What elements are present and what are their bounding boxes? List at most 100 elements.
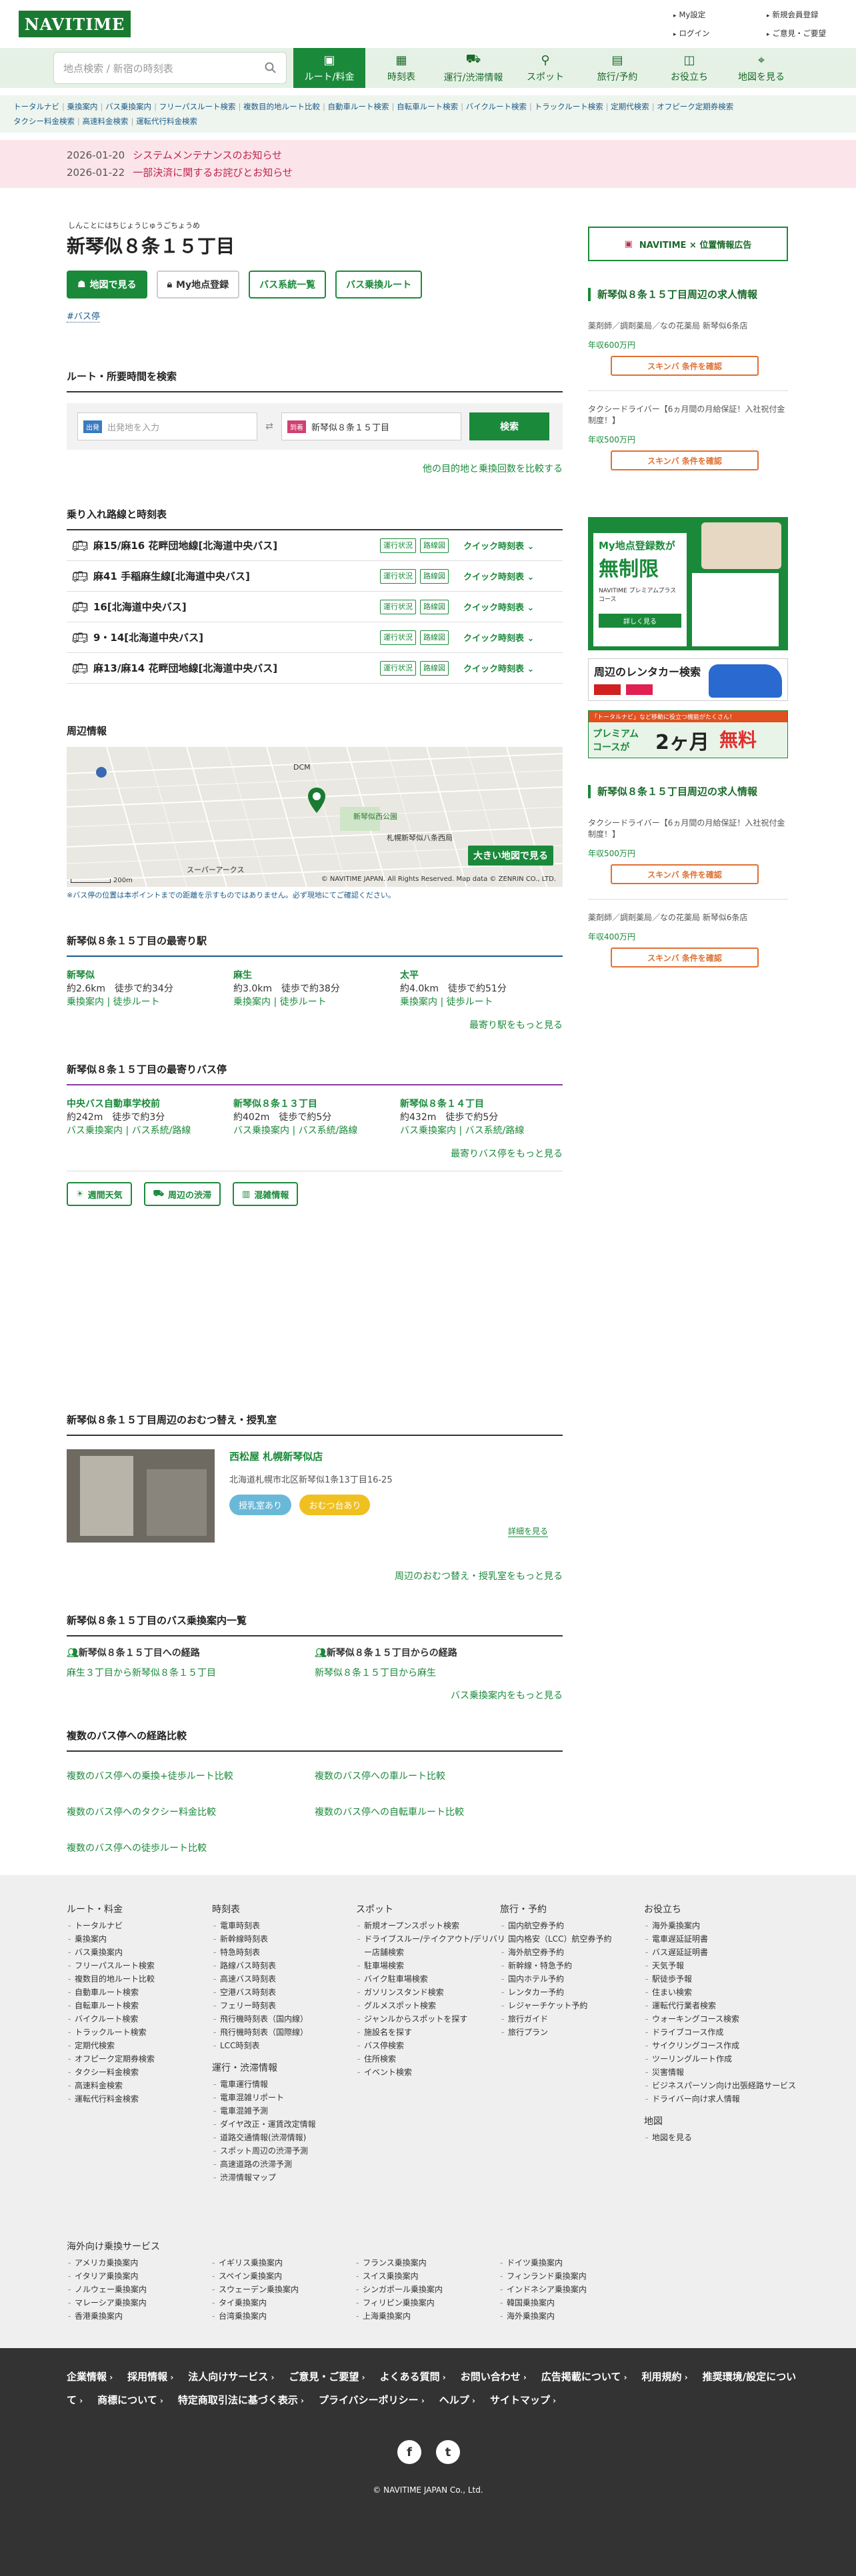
compare-link[interactable]: 複数のバス停への自転車ルート比較 <box>315 1805 563 1818</box>
quick-timetable-toggle[interactable]: クイック時刻表 <box>463 662 534 674</box>
footer-link[interactable]: 自動車ルート検索 <box>67 1986 155 1999</box>
bottom-link[interactable]: よくある質問 <box>380 2371 446 2383</box>
subnav-item[interactable]: 乗換案内 <box>62 102 98 111</box>
subnav-item[interactable]: トータルナビ <box>13 102 59 111</box>
job-text[interactable]: 薬剤師／調剤薬局／なの花薬局 新琴似6条店 <box>588 320 788 331</box>
footer-link[interactable]: バス乗換案内 <box>67 1946 155 1959</box>
footer-link[interactable]: フィンランド乗換案内 <box>499 2269 643 2283</box>
tab-traffic[interactable]: ⛟ 運行/渋滞情報 <box>437 48 509 88</box>
search-icon[interactable] <box>265 62 277 74</box>
footer-link[interactable]: バス遅延証明書 <box>644 1946 797 1959</box>
footer-link[interactable]: 自転車ルート検索 <box>67 1999 155 2012</box>
footer-link[interactable]: 運転代行料金検索 <box>67 2092 155 2106</box>
footer-link[interactable]: 渋滞情報マップ <box>212 2171 316 2184</box>
footer-link[interactable]: 国内格安（LCC）航空券予約 <box>500 1932 611 1946</box>
footer-link[interactable]: 電車混雑予測 <box>212 2104 316 2118</box>
footer-heading[interactable]: お役立ち <box>644 1903 797 1916</box>
tab-travel[interactable]: ▤ 旅行/予約 <box>581 48 653 88</box>
status-button[interactable]: 運行状況 <box>380 660 416 676</box>
subnav-item[interactable]: 高速料金検索 <box>77 117 129 126</box>
busstop-links[interactable]: バス乗換案内 | バス系統/路線 <box>233 1124 396 1137</box>
quick-timetable-toggle[interactable]: クイック時刻表 <box>463 570 534 582</box>
footer-link[interactable]: 海外乗換案内 <box>644 1919 797 1932</box>
tab-map[interactable]: ⌖ 地図を見る <box>725 48 797 88</box>
bottom-link[interactable]: お問い合わせ <box>461 2371 527 2383</box>
footer-link[interactable]: 国内ホテル予約 <box>500 1972 611 1986</box>
footer-link[interactable]: イギリス乗換案内 <box>211 2256 355 2269</box>
footer-link[interactable]: 住まい検索 <box>644 1986 797 1999</box>
route-search-button[interactable]: 検索 <box>469 412 549 440</box>
tab-spot[interactable]: ⚲ スポット <box>509 48 581 88</box>
bus-routes-button[interactable]: バス系統一覧 <box>249 271 327 299</box>
footer-link[interactable]: 電車遅延証明書 <box>644 1932 797 1946</box>
bottom-link[interactable]: 採用情報 <box>127 2371 173 2383</box>
to-route-link[interactable]: 麻生３丁目から新琴似８条１５丁目 <box>67 1666 315 1679</box>
news-text[interactable]: 一部決済に関するお詫びとお知らせ <box>133 167 293 179</box>
station-links[interactable]: 乗換案内 | 徒歩ルート <box>67 995 229 1009</box>
bottom-link[interactable]: ヘルプ <box>439 2394 475 2406</box>
bottom-link[interactable]: 商標について <box>97 2394 163 2406</box>
premium-trial-banner[interactable]: 「トータルナビ」など移動に役立つ機能がたくさん！ プレミアム コースが 2ヶ月 … <box>588 710 788 758</box>
footer-link[interactable]: フリーパスルート検索 <box>67 1959 155 1972</box>
status-button[interactable]: 運行状況 <box>380 538 416 553</box>
footer-link[interactable]: 旅行プラン <box>500 2026 611 2039</box>
from-input[interactable]: 出発 出発地を入力 <box>77 412 257 440</box>
busstop-name[interactable]: 新琴似８条１４丁目 <box>400 1097 563 1111</box>
footer-link[interactable]: トラックルート検索 <box>67 2026 155 2039</box>
footer-link[interactable]: ジャンルからスポットを探す <box>356 2012 509 2026</box>
footer-link[interactable]: タクシー料金検索 <box>67 2066 155 2079</box>
premium-banner[interactable]: My地点登録数が 無制限 NAVITIME プレミアムプラスコース 詳しく見る <box>588 517 788 650</box>
footer-link[interactable]: スウェーデン乗換案内 <box>211 2283 355 2296</box>
crowd-button[interactable]: ▥ 混雑情報 <box>233 1182 299 1206</box>
footer-link[interactable]: 高速バス時刻表 <box>212 1972 316 1986</box>
footer-link[interactable]: ガソリンスタンド検索 <box>356 1986 509 1999</box>
rentacar-banner[interactable]: 周辺のレンタカー検索 <box>588 658 788 701</box>
line-name[interactable]: 麻13/麻14 花畔団地線[北海道中央バス] <box>93 661 380 675</box>
line-name[interactable]: 9・14[北海道中央バス] <box>93 630 380 644</box>
footer-link[interactable]: ドライブコース作成 <box>644 2026 797 2039</box>
tab-timetable[interactable]: ▦ 時刻表 <box>365 48 437 88</box>
footer-link[interactable]: ドイツ乗換案内 <box>499 2256 643 2269</box>
footer-link[interactable]: 災害情報 <box>644 2066 797 2079</box>
footer-link[interactable]: マレーシア乗換案内 <box>67 2296 211 2309</box>
job-text[interactable]: 薬剤師／調剤薬局／なの花薬局 新琴似6条店 <box>588 912 788 923</box>
footer-link[interactable]: ドライブスルー/テイクアウト/デリバリー店舗検索 <box>356 1932 509 1959</box>
facebook-icon[interactable]: f <box>397 2440 421 2464</box>
subnav-item[interactable]: 自転車ルート検索 <box>392 102 459 111</box>
footer-link[interactable]: 飛行機時刻表（国際線） <box>212 2026 316 2039</box>
bottom-link[interactable]: プライバシーポリシー <box>319 2394 425 2406</box>
footer-heading[interactable]: 旅行・予約 <box>500 1903 611 1916</box>
footer-link[interactable]: 特急時刻表 <box>212 1946 316 1959</box>
footer-link[interactable]: 施設名を探す <box>356 2026 509 2039</box>
bottom-link[interactable]: 特定商取引法に基づく表示 <box>178 2394 304 2406</box>
bottom-link[interactable]: 広告掲載について <box>541 2371 627 2383</box>
weather-button[interactable]: ☀ 週間天気 <box>67 1182 132 1206</box>
footer-link[interactable]: 住所検索 <box>356 2052 509 2066</box>
footer-link[interactable]: ウォーキングコース検索 <box>644 2012 797 2026</box>
footer-link[interactable]: グルメスポット検索 <box>356 1999 509 2012</box>
footer-link[interactable]: 香港乗換案内 <box>67 2309 211 2323</box>
quick-timetable-toggle[interactable]: クイック時刻表 <box>463 539 534 552</box>
area-map[interactable]: DCM 新琴似西公園 札幌新琴似八条西局 スーパーアークス 大きい地図で見る 2… <box>67 747 563 887</box>
status-button[interactable]: 運行状況 <box>380 568 416 584</box>
subnav-item[interactable]: 定期代検索 <box>606 102 649 111</box>
subnav-item[interactable]: タクシー料金検索 <box>13 117 75 126</box>
footer-link[interactable]: 高速料金検索 <box>67 2079 155 2092</box>
banner-cta[interactable]: 詳しく見る <box>599 614 681 628</box>
twitter-icon[interactable]: t <box>436 2440 460 2464</box>
subnav-item[interactable]: 複数目的地ルート比較 <box>238 102 320 111</box>
subnav-item[interactable]: 運転代行料金検索 <box>131 117 198 126</box>
tab-route[interactable]: ▣ ルート/料金 <box>293 48 365 88</box>
footer-link[interactable]: 地図を見る <box>644 2131 797 2144</box>
subnav-item[interactable]: トラックルート検索 <box>529 102 603 111</box>
footer-link[interactable]: ビジネスパーソン向け出張経路サービス <box>644 2079 797 2092</box>
tab-useful[interactable]: ◫ お役立ち <box>653 48 725 88</box>
location-ad-banner[interactable]: ▣ NAVITIME × 位置情報広告 <box>588 227 788 261</box>
to-input[interactable]: 到着 新琴似８条１５丁目 <box>281 412 461 440</box>
footer-link[interactable]: バイクルート検索 <box>67 2012 155 2026</box>
footer-link[interactable]: 電車時刻表 <box>212 1919 316 1932</box>
footer-link[interactable]: 国内航空券予約 <box>500 1919 611 1932</box>
footer-link[interactable]: 駐車場検索 <box>356 1959 509 1972</box>
footer-link[interactable]: タイ乗換案内 <box>211 2296 355 2309</box>
routemap-button[interactable]: 路線図 <box>420 568 449 584</box>
